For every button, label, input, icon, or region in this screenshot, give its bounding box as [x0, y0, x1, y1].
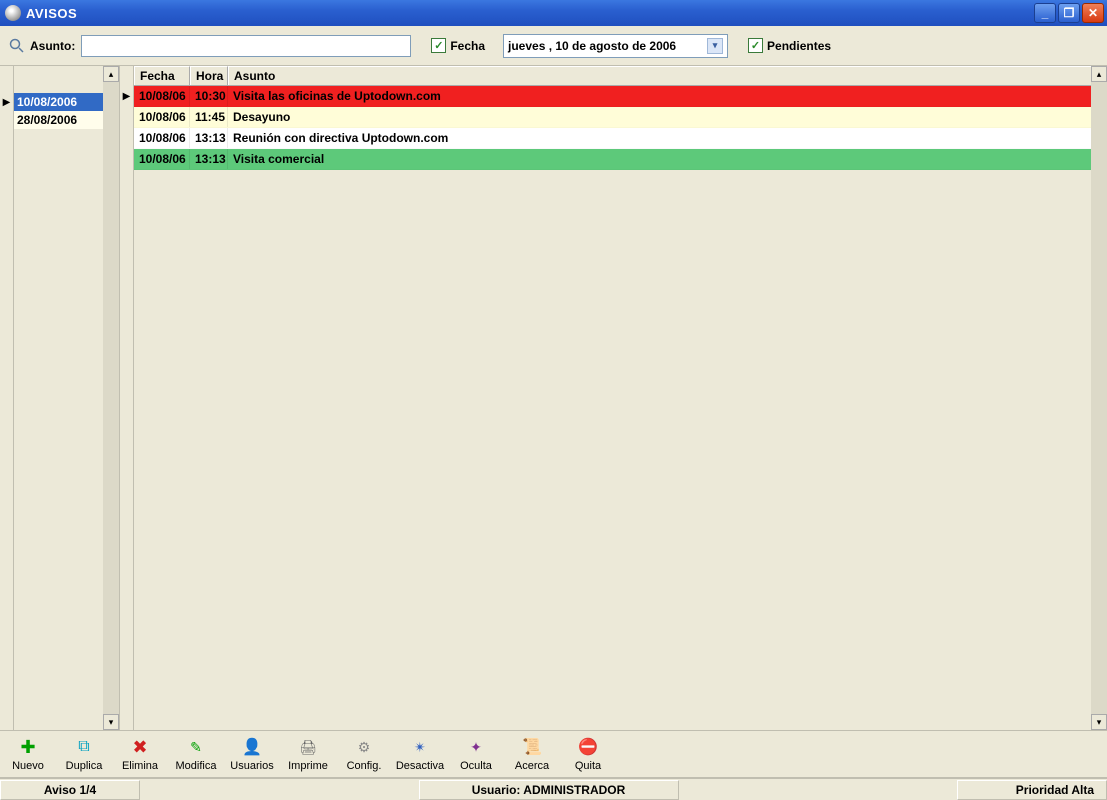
oculta-label: Oculta — [460, 760, 492, 772]
cell-fecha: 10/08/06 — [134, 107, 190, 127]
chevron-down-icon: ▾ — [707, 38, 723, 54]
cell-hora: 13:13 — [190, 149, 228, 169]
scroll-down-icon[interactable]: ▾ — [1091, 714, 1107, 730]
oculta-button[interactable]: ✦ Oculta — [448, 732, 504, 776]
window-title: AVISOS — [26, 6, 1032, 21]
quita-label: Quita — [575, 760, 601, 772]
cell-hora: 11:45 — [190, 107, 228, 127]
filter-toolbar: Asunto: ✓ Fecha jueves , 10 de agosto de… — [0, 26, 1107, 66]
pendientes-check-label: Pendientes — [767, 39, 831, 53]
sidebar-scrollbar[interactable]: ▴ ▾ — [103, 66, 119, 730]
scroll-down-icon[interactable]: ▾ — [103, 714, 119, 730]
th-hora[interactable]: Hora — [190, 66, 228, 85]
sidebar-item[interactable]: 28/08/2006 — [14, 111, 103, 129]
imprime-label: Imprime — [288, 760, 328, 772]
cell-asunto: Reunión con directiva Uptodown.com — [228, 128, 1107, 148]
usuarios-button[interactable]: 👤 Usuarios — [224, 732, 280, 776]
table-row[interactable]: 10/08/06 11:45 Desayuno — [134, 107, 1107, 128]
search-icon — [8, 37, 26, 55]
sidebar-list: 10/08/2006 28/08/2006 ▴ ▾ — [14, 66, 119, 730]
row-pointer-icon: ▶ — [120, 86, 133, 107]
print-icon: 🖨 — [297, 736, 319, 758]
cell-asunto: Visita las oficinas de Uptodown.com — [228, 86, 1107, 106]
status-bar: Aviso 1/4 Usuario: ADMINISTRADOR Priorid… — [0, 778, 1107, 800]
desactiva-label: Desactiva — [396, 760, 444, 772]
about-icon: 📜 — [521, 736, 543, 758]
table-row[interactable]: 10/08/06 13:13 Reunión con directiva Upt… — [134, 128, 1107, 149]
table-marker-column: ▶ — [120, 66, 134, 730]
scroll-up-icon[interactable]: ▴ — [1091, 66, 1107, 82]
hide-icon: ✦ — [465, 736, 487, 758]
close-button[interactable]: ✕ — [1082, 3, 1104, 23]
quita-button[interactable]: ⛔ Quita — [560, 732, 616, 776]
app-icon — [5, 5, 21, 21]
fecha-checkbox[interactable]: ✓ Fecha — [431, 38, 485, 53]
usuarios-label: Usuarios — [230, 760, 273, 772]
fecha-check-label: Fecha — [450, 39, 485, 53]
cell-asunto: Visita comercial — [228, 149, 1107, 169]
table-body: 10/08/06 10:30 Visita las oficinas de Up… — [134, 86, 1107, 730]
table-header: Fecha Hora Asunto — [134, 66, 1107, 86]
modifica-label: Modifica — [176, 760, 217, 772]
sidebar-items: 10/08/2006 28/08/2006 — [14, 66, 103, 129]
row-pointer-icon: ▶ — [3, 93, 11, 111]
sidebar-date: 28/08/2006 — [17, 113, 77, 127]
disable-icon: ✴ — [409, 736, 431, 758]
titlebar: AVISOS _ ❐ ✕ — [0, 0, 1107, 26]
config-label: Config. — [347, 760, 382, 772]
cell-hora: 13:13 — [190, 128, 228, 148]
duplica-button[interactable]: ⧉ Duplica — [56, 732, 112, 776]
gear-icon: ⚙ — [353, 736, 375, 758]
acerca-label: Acerca — [515, 760, 549, 772]
sidebar-item[interactable]: 10/08/2006 — [14, 93, 103, 111]
duplicate-icon: ⧉ — [73, 736, 95, 758]
bottom-toolbar: ✚ Nuevo ⧉ Duplica ✖ Elimina ✎ Modifica 👤… — [0, 730, 1107, 778]
table-row[interactable]: 10/08/06 10:30 Visita las oficinas de Up… — [134, 86, 1107, 107]
modifica-button[interactable]: ✎ Modifica — [168, 732, 224, 776]
cell-hora: 10:30 — [190, 86, 228, 106]
nuevo-label: Nuevo — [12, 760, 44, 772]
sidebar-date: 10/08/2006 — [17, 95, 77, 109]
minimize-button[interactable]: _ — [1034, 3, 1056, 23]
search-input[interactable] — [81, 35, 411, 57]
sidebar-marker-column: ▶ — [0, 66, 14, 730]
elimina-button[interactable]: ✖ Elimina — [112, 732, 168, 776]
duplica-label: Duplica — [66, 760, 103, 772]
users-icon: 👤 — [241, 736, 263, 758]
sidebar: ▶ 10/08/2006 28/08/2006 ▴ ▾ — [0, 66, 120, 730]
scroll-up-icon[interactable]: ▴ — [103, 66, 119, 82]
status-prioridad: Prioridad Alta — [957, 780, 1107, 800]
cell-asunto: Desayuno — [228, 107, 1107, 127]
cell-fecha: 10/08/06 — [134, 86, 190, 106]
appointments-table: Fecha Hora Asunto 10/08/06 10:30 Visita … — [134, 66, 1107, 730]
desactiva-button[interactable]: ✴ Desactiva — [392, 732, 448, 776]
search-label: Asunto: — [30, 39, 75, 53]
content-panel: ▶ Fecha Hora Asunto 10/08/06 10:30 Visit… — [120, 66, 1107, 730]
nuevo-button[interactable]: ✚ Nuevo — [0, 732, 56, 776]
elimina-label: Elimina — [122, 760, 158, 772]
status-usuario: Usuario: ADMINISTRADOR — [419, 780, 679, 800]
cell-fecha: 10/08/06 — [134, 149, 190, 169]
imprime-button[interactable]: 🖨 Imprime — [280, 732, 336, 776]
main-area: ▶ 10/08/2006 28/08/2006 ▴ ▾ ▶ — [0, 66, 1107, 730]
delete-icon: ✖ — [129, 736, 151, 758]
acerca-button[interactable]: 📜 Acerca — [504, 732, 560, 776]
checkbox-icon: ✓ — [748, 38, 763, 53]
pendientes-checkbox[interactable]: ✓ Pendientes — [748, 38, 831, 53]
new-icon: ✚ — [17, 736, 39, 758]
table-scrollbar[interactable]: ▴ ▾ — [1091, 66, 1107, 730]
config-button[interactable]: ⚙ Config. — [336, 732, 392, 776]
quit-icon: ⛔ — [577, 736, 599, 758]
date-picker[interactable]: jueves , 10 de agosto de 2006 ▾ — [503, 34, 728, 58]
cell-fecha: 10/08/06 — [134, 128, 190, 148]
th-asunto[interactable]: Asunto — [228, 66, 1107, 85]
th-fecha[interactable]: Fecha — [134, 66, 190, 85]
date-picker-value: jueves , 10 de agosto de 2006 — [508, 39, 676, 53]
edit-icon: ✎ — [185, 736, 207, 758]
status-aviso: Aviso 1/4 — [0, 780, 140, 800]
table-row[interactable]: 10/08/06 13:13 Visita comercial — [134, 149, 1107, 170]
maximize-button[interactable]: ❐ — [1058, 3, 1080, 23]
checkbox-icon: ✓ — [431, 38, 446, 53]
